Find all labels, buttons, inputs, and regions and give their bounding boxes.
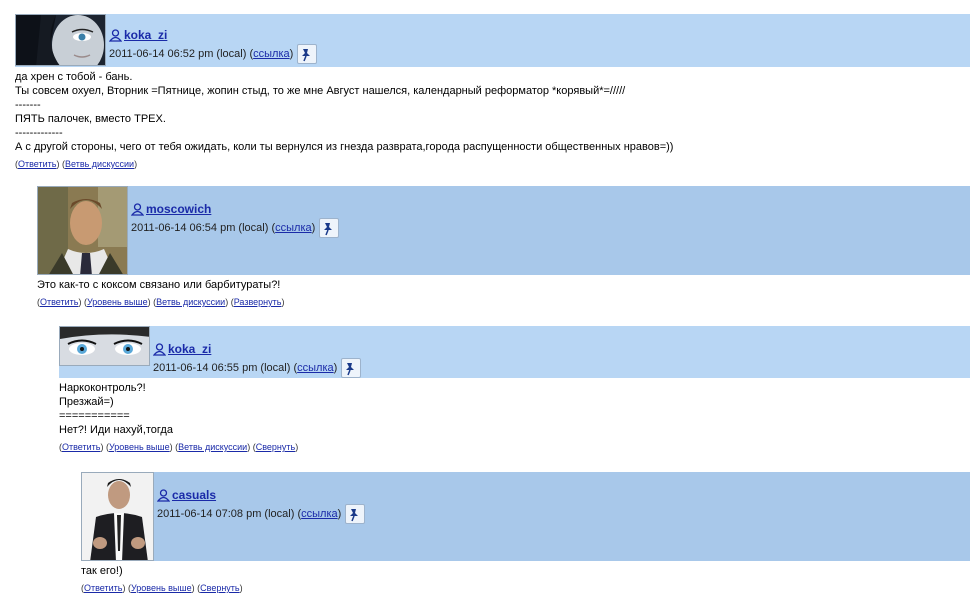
avatar[interactable] [37, 186, 128, 275]
comment-body: Это как-то с коксом связано или барбитур… [37, 279, 281, 291]
thread-link[interactable]: Ветвь дискуссии [156, 297, 225, 307]
reply-link[interactable]: Ответить [40, 297, 78, 307]
thread-link[interactable]: Ветвь дискуссии [178, 442, 247, 452]
expand-link[interactable]: Развернуть [234, 297, 282, 307]
comment-body: да хрен с тобой - бань. Ты совсем охуел,… [15, 71, 674, 153]
parent-link[interactable]: Уровень выше [131, 583, 192, 593]
collapse-link[interactable]: Свернуть [200, 583, 239, 593]
username-row: casuals [157, 488, 365, 502]
comment-header: casuals 2011-06-14 07:08 pm (local) (ссы… [81, 472, 970, 561]
reply-link[interactable]: Ответить [18, 159, 56, 169]
pin-icon[interactable] [341, 358, 362, 378]
comment-header: koka_zi 2011-06-14 06:55 pm (local) (ссы… [59, 326, 970, 378]
comment-body: так его!) [81, 565, 123, 577]
pin-icon[interactable] [319, 218, 340, 238]
permalink[interactable]: ссылка [297, 362, 334, 374]
avatar[interactable] [59, 326, 150, 366]
username-row: koka_zi [109, 28, 317, 42]
comment-actions: (Ответить) (Уровень выше) (Ветвь дискусс… [37, 297, 285, 307]
comment-body: Наркоконтроль?! Презжай=) =========== Не… [59, 382, 173, 436]
comment: casuals 2011-06-14 07:08 pm (local) (ссы… [81, 472, 970, 593]
comment: koka_zi 2011-06-14 06:55 pm (local) (ссы… [59, 326, 970, 452]
comment-datetime: 2011-06-14 07:08 pm (local) [157, 508, 295, 520]
username-row: koka_zi [153, 342, 361, 356]
pin-icon[interactable] [297, 44, 318, 64]
comment-datetime: 2011-06-14 06:55 pm (local) [153, 362, 291, 374]
comment-actions: (Ответить) (Уровень выше) (Ветвь дискусс… [59, 442, 299, 452]
pin-icon[interactable] [345, 504, 366, 524]
username-link[interactable]: koka_zi [168, 342, 211, 356]
reply-link[interactable]: Ответить [84, 583, 122, 593]
avatar[interactable] [15, 14, 106, 66]
user-icon [153, 342, 166, 356]
thread-link[interactable]: Ветвь дискуссии [65, 159, 134, 169]
comment-datetime: 2011-06-14 06:54 pm (local) [131, 222, 269, 234]
permalink[interactable]: ссылка [275, 222, 312, 234]
parent-link[interactable]: Уровень выше [87, 297, 148, 307]
comment: koka_zi 2011-06-14 06:52 pm (local) (ссы… [15, 14, 970, 169]
username-link[interactable]: koka_zi [124, 28, 167, 42]
username-row: moscowich [131, 202, 339, 216]
avatar[interactable] [81, 472, 154, 561]
comment-actions: (Ответить) (Уровень выше) (Свернуть) [81, 583, 243, 593]
comment-header: moscowich 2011-06-14 06:54 pm (local) (с… [37, 186, 970, 275]
username-link[interactable]: moscowich [146, 202, 211, 216]
comment-datetime: 2011-06-14 06:52 pm (local) [109, 48, 247, 60]
comment-actions: (Ответить) (Ветвь дискуссии) [15, 159, 138, 169]
permalink[interactable]: ссылка [301, 508, 338, 520]
user-icon [157, 488, 170, 502]
collapse-link[interactable]: Свернуть [256, 442, 295, 452]
comment-header: koka_zi 2011-06-14 06:52 pm (local) (ссы… [15, 14, 970, 67]
permalink[interactable]: ссылка [253, 48, 290, 60]
parent-link[interactable]: Уровень выше [109, 442, 170, 452]
comment-thread: koka_zi 2011-06-14 06:52 pm (local) (ссы… [0, 0, 980, 604]
comment: moscowich 2011-06-14 06:54 pm (local) (с… [37, 186, 970, 307]
user-icon [131, 202, 144, 216]
username-link[interactable]: casuals [172, 488, 216, 502]
reply-link[interactable]: Ответить [62, 442, 100, 452]
user-icon [109, 28, 122, 42]
